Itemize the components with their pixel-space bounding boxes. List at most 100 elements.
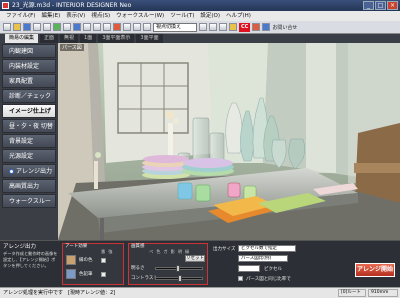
view-select[interactable]: 視点切換え: [153, 22, 197, 32]
title-bar: 23_光源.m3d - INTERIOR DESIGNER Neo _ □ ×: [0, 0, 400, 11]
menu-file[interactable]: ファイル(F): [3, 11, 38, 21]
contrast-slider[interactable]: [155, 275, 203, 282]
cc-badge[interactable]: CC: [239, 22, 251, 32]
measure-icon[interactable]: [133, 23, 141, 31]
status-text: アレンジ処理を実行中です [現時アレンジ値：2]: [3, 290, 116, 296]
sidebar-item-diagnosis[interactable]: 診断／チェック: [2, 89, 56, 103]
contact-link[interactable]: お問い合せ: [272, 24, 297, 31]
route-indicator: [0]ルート: [338, 289, 366, 297]
sun-icon[interactable]: [229, 23, 237, 31]
sidebar-item-image-finish[interactable]: イメージ仕上げ: [2, 104, 56, 118]
sidebar-item-label: 高画質出力: [9, 183, 40, 190]
tab-one-face[interactable]: 1面: [80, 34, 97, 43]
maximize-button[interactable]: □: [375, 1, 386, 10]
window-title: 23_光源.m3d - INTERIOR DESIGNER Neo: [12, 2, 132, 9]
sidebar-item-label: 背景設定: [9, 138, 34, 145]
render-viewport[interactable]: パース図: [58, 43, 400, 240]
tab-simple-edit[interactable]: 簡易の編集: [5, 34, 39, 43]
sidebar-item-hq-output[interactable]: 高画質出力: [2, 179, 56, 193]
sidebar-item-background[interactable]: 背景設定: [2, 134, 56, 148]
reset-button[interactable]: リセット: [185, 255, 205, 262]
sidebar-item-walkthrough[interactable]: ウォークスルー: [2, 194, 56, 208]
tab-front[interactable]: 正面: [40, 34, 59, 43]
close-button[interactable]: ×: [387, 1, 398, 10]
menu-help[interactable]: ヘルプ(H): [223, 11, 254, 21]
sidebar-item-materials[interactable]: 内装材設定: [2, 59, 56, 73]
window-controls: _ □ ×: [363, 1, 398, 10]
grid-icon[interactable]: [123, 23, 131, 31]
app-window: 23_光源.m3d - INTERIOR DESIGNER Neo _ □ × …: [0, 0, 400, 298]
color-pencil-thumbnail[interactable]: [66, 269, 76, 279]
new-file-icon[interactable]: [3, 23, 11, 31]
menu-view[interactable]: 表示(V): [63, 11, 88, 21]
pixel-width-input[interactable]: [238, 265, 260, 272]
menu-settings[interactable]: 設定(O): [197, 11, 223, 21]
edge-color-thumbnail[interactable]: [66, 255, 76, 265]
color-pencil-check[interactable]: [101, 272, 106, 277]
camera-icon[interactable]: [53, 23, 61, 31]
sidebar-item-label: アレンジ出力: [16, 168, 53, 175]
light-icon[interactable]: [103, 23, 111, 31]
menu-viewpoint[interactable]: 視点(S): [88, 11, 113, 21]
info-icon[interactable]: [262, 23, 271, 31]
image-quality-headers: ペ 色 ガ 影 明 縁: [149, 249, 189, 255]
sidebar-item-furniture[interactable]: 家具配置: [2, 74, 56, 88]
quality-header: ガ: [163, 249, 168, 254]
contrast-label: コントラスト: [131, 276, 158, 281]
quality-header: 明: [177, 249, 183, 254]
front-view-icon[interactable]: [199, 23, 207, 31]
quality-header: 色: [156, 249, 161, 254]
sidebar-item-label: 内装材設定: [9, 63, 40, 70]
mail-icon[interactable]: [252, 23, 261, 31]
output-size-select[interactable]: ピクセル数で指定: [238, 245, 296, 252]
zoom-icon[interactable]: [83, 23, 91, 31]
arrange-start-button[interactable]: アレンジ開始: [355, 263, 395, 277]
sidebar-item-daytime-switch[interactable]: 昼・夕・夜 切替: [2, 119, 56, 133]
app-icon: [2, 2, 9, 9]
menu-edit[interactable]: 編集(E): [38, 11, 63, 21]
sidebar-item-label: 家具配置: [9, 78, 34, 85]
sidebar-item-light-source[interactable]: 光源設定: [2, 149, 56, 163]
sidebar-item-label: 昼・夕・夜 切替: [9, 123, 53, 130]
tab-ignore[interactable]: 無視: [60, 34, 79, 43]
art-effect-title: アート効果: [65, 244, 88, 249]
output-size-label: 出力サイズ: [213, 247, 236, 252]
room-render-image: [58, 43, 400, 240]
render-icon[interactable]: [113, 23, 121, 31]
brightness-slider[interactable]: [155, 265, 203, 272]
top-view-icon[interactable]: [209, 23, 217, 31]
edge-color-check[interactable]: [101, 258, 106, 263]
walk-icon[interactable]: [63, 23, 71, 31]
selected-radio-icon: [9, 169, 14, 174]
rotate-icon[interactable]: [73, 23, 81, 31]
undo-icon[interactable]: [33, 23, 41, 31]
toolbar: 視点切換え CC お問い合せ: [0, 21, 400, 34]
save-icon[interactable]: [23, 23, 31, 31]
sidebar-item-interior-plan[interactable]: 内観建図: [2, 44, 56, 58]
open-folder-icon[interactable]: [13, 23, 21, 31]
viewport-label: パース図: [60, 44, 84, 51]
tab-three-plan[interactable]: 3面平面表示: [98, 34, 135, 43]
sidebar-item-arrange-output[interactable]: アレンジ出力: [2, 164, 56, 178]
side-view-icon[interactable]: [219, 23, 227, 31]
menu-tools[interactable]: ツール(T): [167, 11, 197, 21]
art-effect-group: アート効果 番 強 縁の色 色鉛筆: [62, 243, 124, 285]
slider-knob[interactable]: [176, 265, 180, 272]
layer-icon[interactable]: [143, 23, 151, 31]
tab-three-face[interactable]: 3面平面: [136, 34, 163, 43]
sidebar-item-label: 光源設定: [9, 153, 34, 160]
sidebar-item-label: ウォークスルー: [9, 198, 51, 205]
aspect-ratio-select[interactable]: パース図比(例): [238, 255, 288, 262]
slider-knob[interactable]: [178, 275, 182, 282]
panel-description: データ作成と動作時の画像を設定し、【アレンジ開始】ボタンを押してください。: [3, 251, 58, 268]
arrange-output-panel: アレンジ出力 データ作成と動作時の画像を設定し、【アレンジ開始】ボタンを押してく…: [0, 240, 400, 287]
sidebar: 内観建図 内装材設定 家具配置 診断／チェック イメージ仕上げ 昼・夕・夜 切替…: [0, 43, 58, 240]
panel-title: アレンジ出力: [3, 244, 37, 250]
status-bar: アレンジ処理を実行中です [現時アレンジ値：2] [0]ルート 910mm: [0, 287, 400, 298]
keep-ratio-check[interactable]: [238, 276, 243, 281]
pan-icon[interactable]: [93, 23, 101, 31]
minimize-button[interactable]: _: [363, 1, 374, 10]
redo-icon[interactable]: [43, 23, 51, 31]
menu-walkthrough[interactable]: ウォークスルー(W): [113, 11, 167, 21]
distance-readout: 910mm: [368, 289, 398, 297]
